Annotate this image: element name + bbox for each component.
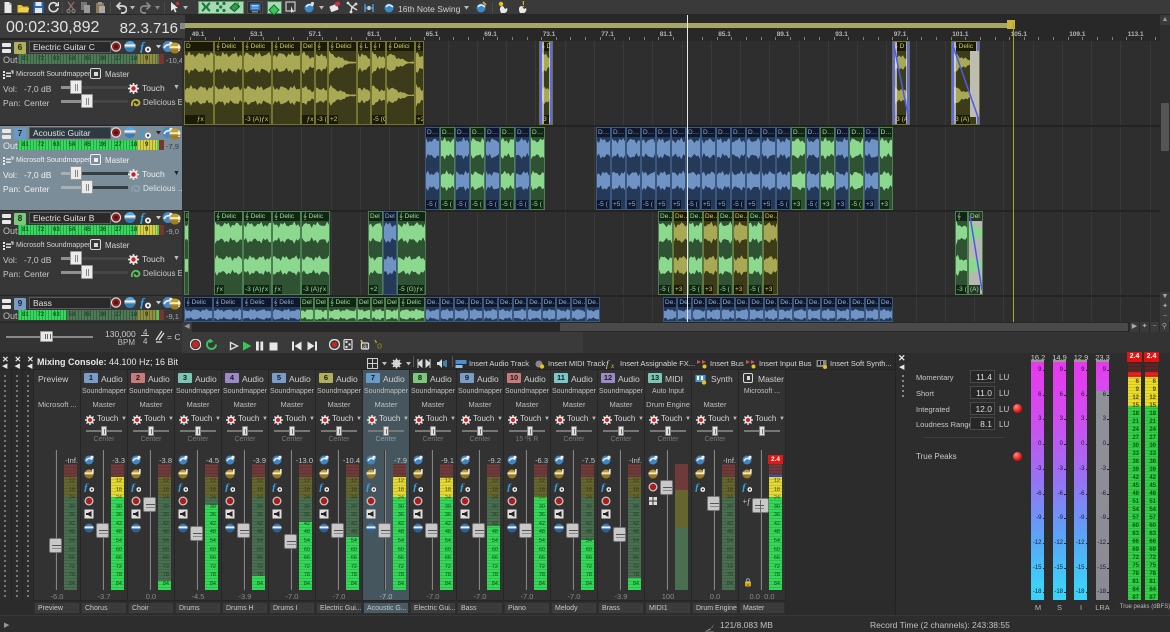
svg-text:f: f: [460, 482, 465, 492]
svg-text:!: !: [178, 43, 181, 53]
svg-text:f: f: [140, 40, 146, 53]
svg-text:!: !: [178, 299, 181, 309]
svg-text:f: f: [140, 126, 146, 139]
svg-text:f: f: [272, 482, 277, 492]
svg-text:f: f: [319, 482, 324, 492]
svg-text:f: f: [140, 296, 146, 309]
svg-text:f: f: [554, 482, 559, 492]
svg-text:+f: +f: [742, 497, 751, 506]
svg-text:f: f: [606, 359, 610, 369]
svg-text:f: f: [131, 482, 136, 492]
svg-text:f: f: [413, 482, 418, 492]
svg-text:f: f: [140, 211, 146, 224]
svg-text:f: f: [742, 482, 747, 492]
svg-text:f: f: [507, 482, 512, 492]
svg-text:!: !: [178, 129, 181, 139]
svg-text:x: x: [610, 362, 615, 369]
svg-text:o: o: [377, 341, 382, 351]
svg-text:f: f: [178, 482, 183, 492]
svg-text:f: f: [695, 482, 700, 492]
svg-text:f: f: [366, 482, 371, 492]
svg-text:f: f: [225, 482, 230, 492]
svg-text:f: f: [601, 482, 606, 492]
svg-text:a: a: [363, 344, 367, 351]
svg-text:f: f: [84, 482, 89, 492]
svg-text:!: !: [178, 214, 181, 224]
svg-text:!: !: [522, 1, 525, 9]
